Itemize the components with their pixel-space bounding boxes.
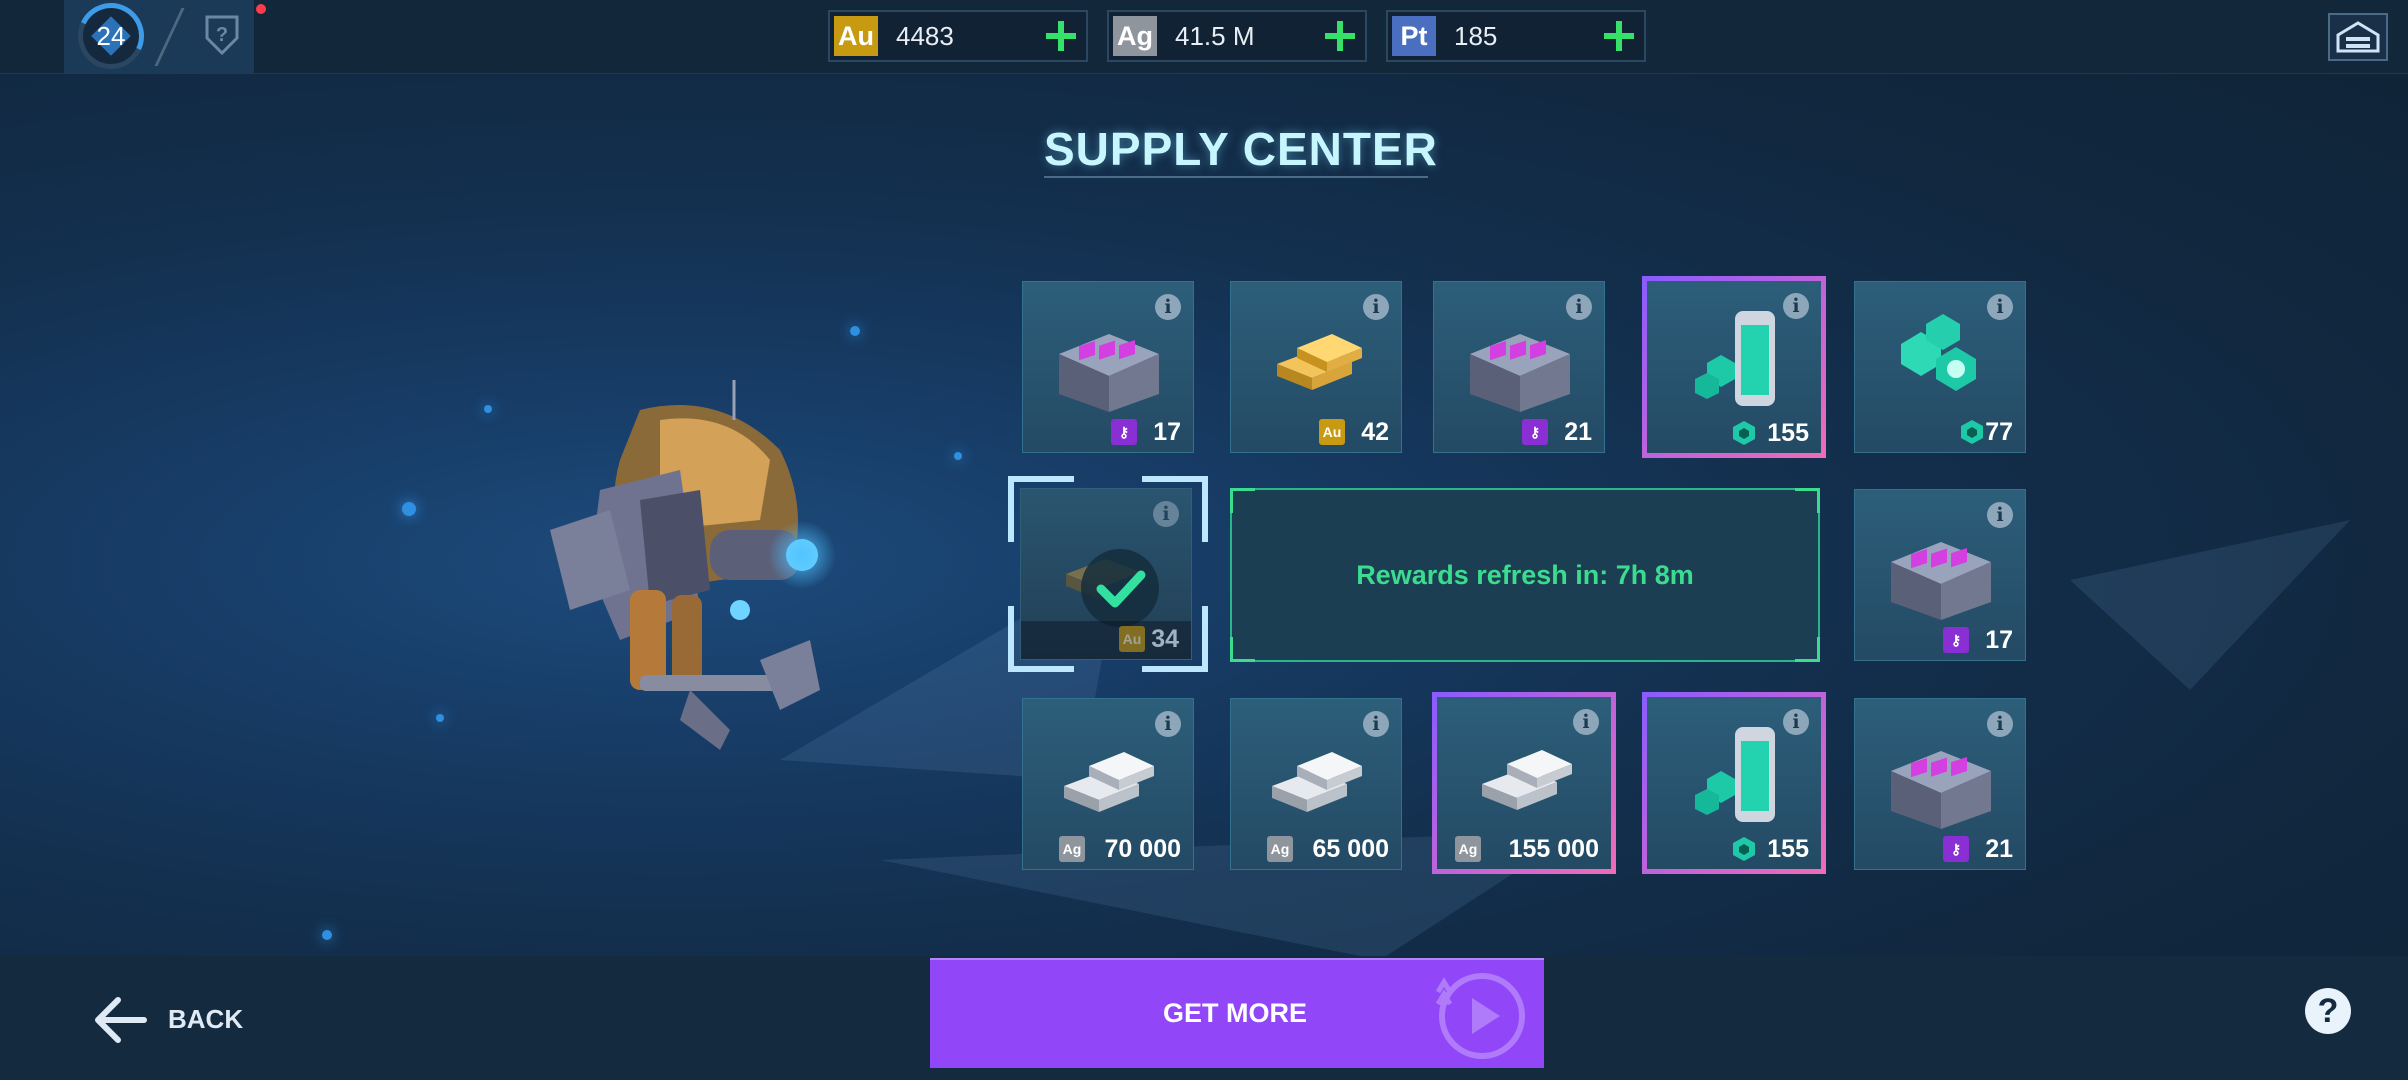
reward-hex-tokens[interactable]: i 77 [1854,281,2026,453]
silver-icon: Ag [1455,836,1481,862]
currency-au: Au 4483 [828,10,1088,62]
selection-bracket [1008,476,1074,542]
key-crate-icon [1891,751,1991,829]
hex-canister-icon [1695,727,1775,822]
selection-bracket [1008,606,1074,672]
info-icon[interactable]: i [1783,709,1809,735]
currency-pt: Pt 185 [1386,10,1646,62]
selection-bracket [1142,476,1208,542]
reward-silver-bars[interactable]: i Ag 70 000 [1022,698,1194,870]
silver-icon: Ag [1059,836,1085,862]
reward-key-crate[interactable]: i ⚷ 21 [1433,281,1605,453]
key-icon: ⚷ [1522,419,1548,445]
hex-token-icon [1961,420,1983,444]
silver-bars-icon [1482,750,1572,810]
info-icon[interactable]: i [1155,711,1181,737]
gold-icon: Au [1319,419,1345,445]
reward-quantity: 70 000 [1104,835,1181,863]
gold-bars-icon [1277,334,1362,390]
hex-token-icon [1733,837,1755,861]
reward-hex-canister[interactable]: i 155 [1642,276,1826,458]
reward-key-crate[interactable]: i ⚷ 21 [1854,698,2026,870]
arrow-left-icon [95,997,147,1043]
reward-quantity: 77 [1985,418,2013,446]
top-bar: 24 ? Au 4483 Ag 41.5 M Pt 185 [0,0,2408,74]
reward-quantity: 17 [1985,626,2013,654]
reward-quantity: 65 000 [1312,835,1389,863]
info-icon[interactable]: i [1363,294,1389,320]
reward-quantity: 155 [1767,835,1809,863]
hangar-icon [2336,21,2380,53]
info-icon[interactable]: i [1987,502,2013,528]
info-icon[interactable]: i [1363,711,1389,737]
watch-ad-play-icon [1435,973,1525,1059]
silver-bars-icon [1272,752,1362,812]
hex-canister-icon [1695,311,1775,406]
background-glow-dot [954,452,962,460]
reward-quantity: 21 [1985,835,2013,863]
reward-hex-canister[interactable]: i 155 [1642,692,1826,874]
key-crate-icon [1891,542,1991,620]
reward-quantity: 21 [1564,418,1592,446]
silver-bars-icon [1064,752,1154,812]
currency-ag: Ag 41.5 M [1107,10,1367,62]
hex-token-icon [1733,421,1755,445]
notification-dot [256,4,266,14]
key-crate-icon [1470,334,1570,412]
info-icon[interactable]: i [1783,293,1809,319]
hex-tokens-icon [1901,314,1976,391]
background-glow-dot [850,326,860,336]
info-icon[interactable]: i [1987,711,2013,737]
info-icon[interactable]: i [1155,294,1181,320]
background-glow-dot [402,502,416,516]
key-icon: ⚷ [1943,627,1969,653]
reward-key-crate[interactable]: i ⚷ 17 [1022,281,1194,453]
level-progress-ring: 24 [78,3,144,69]
robot-drone-image [550,380,836,750]
reward-quantity: 42 [1361,418,1389,446]
gold-amount: 4483 [896,21,954,51]
background-glow-dot [436,714,444,722]
key-icon: ⚷ [1943,836,1969,862]
question-shield-icon[interactable]: ? [204,14,240,56]
info-icon[interactable]: i [1573,709,1599,735]
svg-text:?: ? [216,24,228,46]
silver-currency-icon: Ag [1113,16,1157,56]
platinum-currency-icon: Pt [1392,16,1436,56]
platinum-amount: 185 [1454,21,1498,51]
page-title: SUPPLY CENTER [1044,123,1438,175]
silver-amount: 41.5 M [1175,21,1255,51]
refresh-timer-text: Rewards refresh in: 7h 8m [1356,559,1694,590]
refresh-timer-panel: Rewards refresh in: 7h 8m [1230,488,1820,662]
background-glow-dot [322,930,332,940]
reward-gold-bars[interactable]: i Au 42 [1230,281,1402,453]
reward-quantity: 155 000 [1508,835,1599,863]
background-triangle [2070,520,2350,690]
gold-currency-icon: Au [834,16,878,56]
back-button[interactable]: BACK [92,990,272,1050]
get-more-button[interactable]: GET MORE [930,958,1544,1068]
silver-icon: Ag [1267,836,1293,862]
add-gold-button[interactable] [1046,21,1076,51]
reward-silver-bars[interactable]: i Ag 155 000 [1432,692,1616,874]
add-platinum-button[interactable] [1604,21,1634,51]
selection-bracket [1142,606,1208,672]
key-icon: ⚷ [1111,419,1137,445]
help-button[interactable]: ? [2305,988,2351,1034]
player-level-button[interactable]: 24 ? [64,0,266,73]
reward-quantity: 155 [1767,419,1809,447]
key-crate-icon [1059,334,1159,412]
reward-silver-bars[interactable]: i Ag 65 000 [1230,698,1402,870]
reward-key-crate[interactable]: i ⚷ 17 [1854,489,2026,661]
divider [154,8,185,66]
claimed-reward-tile[interactable]: i Au 34 [1008,476,1208,672]
reward-quantity: 17 [1153,418,1181,446]
player-level: 24 [96,21,126,51]
add-silver-button[interactable] [1325,21,1355,51]
info-icon[interactable]: i [1566,294,1592,320]
title-underline [1044,176,1428,178]
hangar-button[interactable] [2328,13,2388,61]
back-label: BACK [168,1004,244,1034]
info-icon[interactable]: i [1987,294,2013,320]
